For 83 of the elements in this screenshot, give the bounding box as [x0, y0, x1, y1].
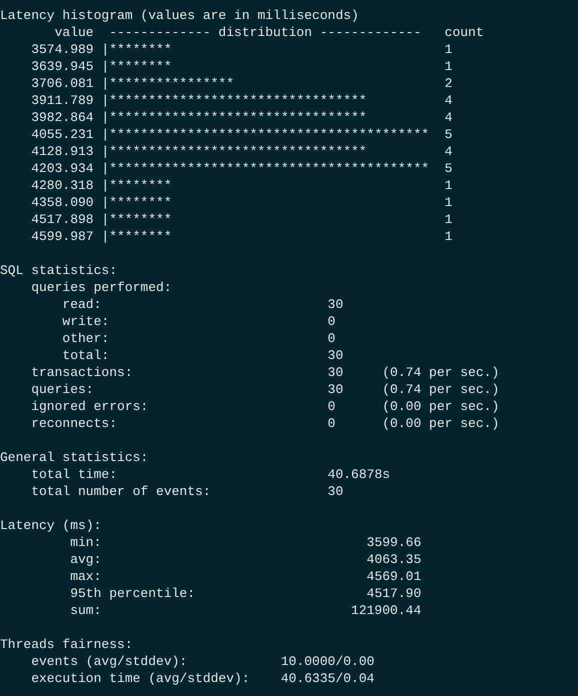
column-header: count	[444, 24, 484, 41]
asterisk-text: |********	[101, 41, 172, 58]
stat-value: 30	[328, 347, 344, 364]
section-title: SQL statistics:	[0, 262, 118, 279]
asterisk-text: |*********************************	[101, 109, 367, 126]
histogram-value: 4203.934	[31, 160, 94, 177]
histogram-count: 2	[444, 75, 452, 92]
stat-label: total:	[62, 347, 110, 364]
stat-rate: (0.74 per sec.)	[382, 381, 500, 398]
stat-label: sum:	[70, 602, 102, 619]
stat-label: write:	[62, 313, 110, 330]
histogram-count: 1	[444, 177, 452, 194]
stat-label: execution time (avg/stddev):	[31, 670, 250, 687]
histogram-value: 3706.081	[31, 75, 94, 92]
asterisk-text: |****************	[101, 75, 234, 92]
stat-label: avg:	[70, 551, 102, 568]
histogram-count: 1	[444, 228, 452, 245]
stat-label: reconnects:	[31, 415, 118, 432]
stat-value: 30	[328, 296, 344, 313]
asterisk-text: |*********************************	[101, 92, 367, 109]
stat-value: 3599.66	[366, 534, 422, 551]
histogram-value: 4128.913	[31, 143, 94, 160]
stat-value: 4569.01	[366, 568, 422, 585]
stat-value: 40.6878s	[328, 466, 390, 483]
section-title: General statistics:	[0, 449, 148, 466]
stat-value: 30	[328, 364, 344, 381]
stat-label: min:	[70, 534, 102, 551]
stat-value: 30	[328, 381, 344, 398]
stat-rate: (0.74 per sec.)	[382, 364, 500, 381]
histogram-value: 3574.989	[31, 41, 94, 58]
column-header: value	[54, 24, 94, 41]
stat-value: 0	[328, 398, 336, 415]
histogram-count: 1	[444, 211, 452, 228]
stat-label: other:	[62, 330, 110, 347]
histogram-count: 4	[444, 143, 452, 160]
stat-label: total number of events:	[31, 483, 211, 500]
stat-value: 0	[328, 313, 336, 330]
histogram-value: 3982.864	[31, 109, 94, 126]
histogram-value: 4055.231	[31, 126, 94, 143]
histogram-value: 4280.318	[31, 177, 94, 194]
asterisk-text: |********	[101, 228, 172, 245]
histogram-value: 4517.898	[31, 211, 94, 228]
histogram-value: 3639.945	[31, 58, 94, 75]
stat-value: 4517.90	[366, 585, 422, 602]
histogram-value: 3911.789	[31, 92, 94, 109]
stat-label: transactions:	[31, 364, 133, 381]
histogram-count: 4	[444, 109, 452, 126]
section-title: Latency histogram (values are in milliseconds)	[0, 7, 359, 24]
asterisk-text: |*****************************************	[101, 160, 430, 177]
stat-label: queries:	[31, 381, 94, 398]
histogram-count: 4	[444, 92, 452, 109]
stat-rate: (0.00 per sec.)	[382, 398, 500, 415]
stat-label: total time:	[31, 466, 118, 483]
histogram-count: 1	[444, 194, 452, 211]
asterisk-text: |*****************************************	[101, 126, 430, 143]
asterisk-text: |********	[101, 211, 172, 228]
asterisk-text: |********	[101, 194, 172, 211]
asterisk-text: |********	[101, 58, 172, 75]
stat-label: ignored errors:	[31, 398, 148, 415]
stat-label: 95th percentile:	[70, 585, 196, 602]
histogram-count: 5	[444, 160, 452, 177]
section-title: Threads fairness:	[0, 636, 133, 653]
asterisk-text: |********	[101, 177, 172, 194]
histogram-count: 1	[444, 41, 452, 58]
histogram-value: 4599.987	[31, 228, 94, 245]
stat-label: queries performed:	[31, 279, 172, 296]
stat-value: 30	[328, 483, 344, 500]
stat-label: read:	[62, 296, 102, 313]
section-title: Latency (ms):	[0, 517, 102, 534]
histogram-count: 5	[444, 126, 452, 143]
stat-value: 0	[328, 415, 336, 432]
stat-value: 0	[328, 330, 336, 347]
column-header: ------------- distribution -------------	[109, 24, 422, 41]
stat-label: events (avg/stddev):	[31, 653, 188, 670]
stat-value: 40.6335/0.04	[280, 670, 374, 687]
histogram-count: 1	[444, 58, 452, 75]
asterisk-text: |*********************************	[101, 143, 367, 160]
histogram-value: 4358.090	[31, 194, 94, 211]
stat-label: max:	[70, 568, 102, 585]
stat-value: 121900.44	[351, 602, 422, 619]
stat-rate: (0.00 per sec.)	[382, 415, 500, 432]
stat-value: 4063.35	[366, 551, 422, 568]
stat-value: 10.0000/0.00	[280, 653, 374, 670]
